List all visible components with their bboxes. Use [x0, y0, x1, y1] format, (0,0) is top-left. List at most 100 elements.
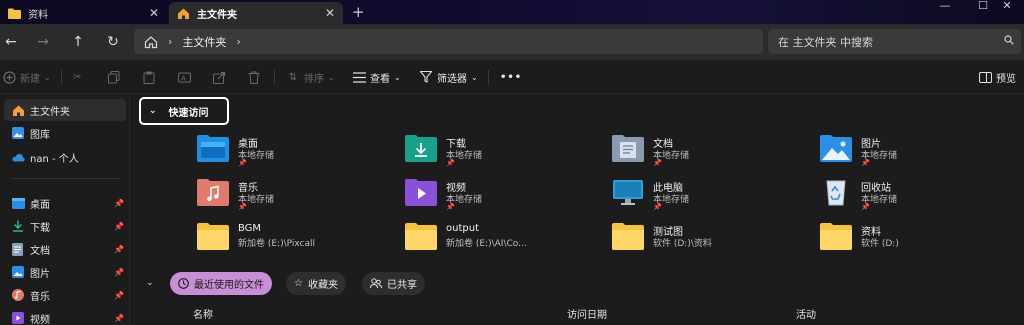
- cloud-icon: [12, 151, 25, 164]
- quick-access-item-test-images[interactable]: 测试图 软件 (D:)\资料: [612, 220, 812, 258]
- filter-label: 筛选器: [437, 73, 467, 85]
- quick-access-item-bgm[interactable]: BGM 新加卷 (E:)\Pixcall: [197, 220, 397, 258]
- tab-label: 已共享: [387, 280, 417, 291]
- quick-access-item-this-pc[interactable]: 此电脑 本地存储 📌: [612, 176, 812, 214]
- pictures-folder-icon: [820, 135, 852, 162]
- tab-ziliao[interactable]: 资料 ✕: [0, 2, 167, 24]
- sidebar-item-videos[interactable]: 视频 📌: [0, 307, 130, 325]
- pin-icon[interactable]: 📌: [114, 245, 124, 254]
- chevron-down-icon: ⌄: [328, 72, 335, 82]
- close-icon[interactable]: ✕: [149, 6, 159, 20]
- quick-access-item-documents[interactable]: 文档 本地存储 📌: [612, 132, 812, 170]
- sidebar-item-onedrive[interactable]: nan - 个人: [0, 146, 130, 168]
- quick-access-item-videos[interactable]: 视频 本地存储 📌: [405, 176, 605, 214]
- pin-icon: 📌: [861, 159, 870, 167]
- filter-button[interactable]: 筛选器 ⌄: [419, 69, 478, 85]
- sort-button[interactable]: ⇅ 排序 ⌄: [286, 69, 335, 85]
- music-folder-icon: [197, 179, 229, 206]
- close-window-button[interactable]: ✕: [990, 0, 1024, 14]
- forward-arrow-icon[interactable]: →: [34, 33, 52, 51]
- sidebar-item-label: 图库: [30, 129, 50, 141]
- up-arrow-icon[interactable]: ↑: [69, 33, 87, 51]
- sidebar-item-label: 下载: [30, 222, 50, 234]
- tab-favorites[interactable]: ☆ 收藏夹: [286, 272, 346, 295]
- new-tab-button[interactable]: +: [352, 3, 365, 21]
- sidebar-item-label: 文档: [30, 245, 50, 257]
- pin-icon: 📌: [653, 203, 662, 211]
- quick-access-item-ziliao[interactable]: 资料 软件 (D:): [820, 220, 1020, 258]
- sidebar-item-pictures[interactable]: 图片 📌: [0, 261, 130, 283]
- close-icon[interactable]: ✕: [325, 6, 335, 20]
- sidebar-item-label: 音乐: [30, 291, 50, 303]
- refresh-icon[interactable]: ↻: [104, 33, 122, 51]
- chevron-down-icon[interactable]: ⌄: [146, 278, 154, 288]
- pin-icon[interactable]: 📌: [114, 222, 124, 231]
- sidebar-item-desktop[interactable]: 桌面 📌: [0, 192, 130, 214]
- paste-icon[interactable]: [143, 69, 155, 85]
- gallery-icon: [12, 127, 25, 140]
- pin-icon[interactable]: 📌: [114, 314, 124, 323]
- sidebar-item-music[interactable]: 音乐 📌: [0, 284, 130, 306]
- svg-text:A: A: [181, 74, 186, 82]
- sidebar-item-home[interactable]: 主文件夹: [4, 99, 126, 121]
- rename-icon[interactable]: A: [178, 69, 191, 85]
- command-bar: 新建 ⌄ ✂ A ⇅ 排序 ⌄ 查看 ⌄ 筛选器 ⌄ ••• 预览: [0, 60, 1024, 94]
- folder-icon: [197, 223, 229, 250]
- home-icon: [12, 104, 25, 117]
- quick-access-item-pictures[interactable]: 图片 本地存储 📌: [820, 132, 1020, 170]
- folder-icon: [8, 7, 21, 20]
- quick-access-item-recycle-bin[interactable]: 回收站 本地存储 📌: [820, 176, 1020, 214]
- column-header-date-accessed[interactable]: 访问日期: [567, 306, 607, 321]
- new-button[interactable]: 新建 ⌄: [2, 69, 51, 85]
- divider: [274, 70, 275, 85]
- sidebar-item-gallery[interactable]: 图库: [0, 122, 130, 144]
- plus-circle-icon: [2, 70, 16, 84]
- filter-icon: [419, 70, 433, 84]
- preview-button[interactable]: 预览: [978, 69, 1016, 85]
- quick-access-item-downloads[interactable]: 下载 本地存储 📌: [405, 132, 605, 170]
- download-icon: [12, 220, 25, 233]
- share-icon[interactable]: [213, 69, 226, 85]
- sidebar-item-documents[interactable]: 文档 📌: [0, 238, 130, 260]
- pin-icon[interactable]: 📌: [114, 291, 124, 300]
- quick-access-item-output[interactable]: output 新加卷 (E:)\AI\Co...: [405, 220, 605, 258]
- quick-access-item-music[interactable]: 音乐 本地存储 📌: [197, 176, 397, 214]
- more-options-button[interactable]: •••: [500, 69, 522, 85]
- tab-recent-files[interactable]: 最近使用的文件: [170, 272, 272, 295]
- desktop-folder-icon: [197, 135, 229, 162]
- column-header-activity[interactable]: 活动: [796, 306, 816, 321]
- pin-icon: 📌: [446, 159, 455, 167]
- copy-icon[interactable]: [108, 69, 120, 85]
- pin-icon: 📌: [446, 203, 455, 211]
- breadcrumb-home[interactable]: 主文件夹: [182, 34, 226, 50]
- address-bar[interactable]: › 主文件夹 ›: [134, 29, 763, 54]
- view-icon: [352, 70, 366, 84]
- home-icon[interactable]: [144, 35, 158, 49]
- chevron-right-icon[interactable]: ›: [236, 35, 240, 48]
- back-arrow-icon[interactable]: ←: [2, 33, 20, 51]
- recycle-bin-icon: [826, 180, 846, 206]
- search-input[interactable]: 在 主文件夹 中搜索: [768, 29, 1021, 54]
- chevron-down-icon: ⌄: [149, 106, 157, 116]
- quick-access-header[interactable]: ⌄ 快速访问: [139, 97, 229, 125]
- quick-access-item-desktop[interactable]: 桌面 本地存储 📌: [197, 132, 397, 170]
- tab-shared[interactable]: 已共享: [362, 272, 425, 295]
- minimize-button[interactable]: —: [928, 0, 962, 14]
- view-button[interactable]: 查看 ⌄: [352, 69, 401, 85]
- sidebar-item-downloads[interactable]: 下载 📌: [0, 215, 130, 237]
- video-icon: [12, 312, 25, 325]
- item-location: 新加卷 (E:)\AI\Co...: [446, 239, 527, 249]
- pin-icon[interactable]: 📌: [114, 268, 124, 277]
- item-location: 新加卷 (E:)\Pixcall: [238, 239, 315, 249]
- tab-label: 主文件夹: [197, 9, 237, 21]
- delete-icon[interactable]: [248, 69, 260, 85]
- navigation-bar: ← → ↑ ↻ › 主文件夹 › 在 主文件夹 中搜索: [0, 24, 1024, 60]
- tab-label: 收藏夹: [307, 280, 338, 291]
- cut-icon[interactable]: ✂: [73, 69, 81, 85]
- computer-icon: [613, 180, 643, 205]
- tab-home[interactable]: 主文件夹 ✕: [169, 2, 343, 24]
- column-header-name[interactable]: 名称: [193, 306, 213, 321]
- item-location: 软件 (D:): [861, 239, 899, 249]
- divider: [61, 70, 62, 85]
- pin-icon[interactable]: 📌: [114, 199, 124, 208]
